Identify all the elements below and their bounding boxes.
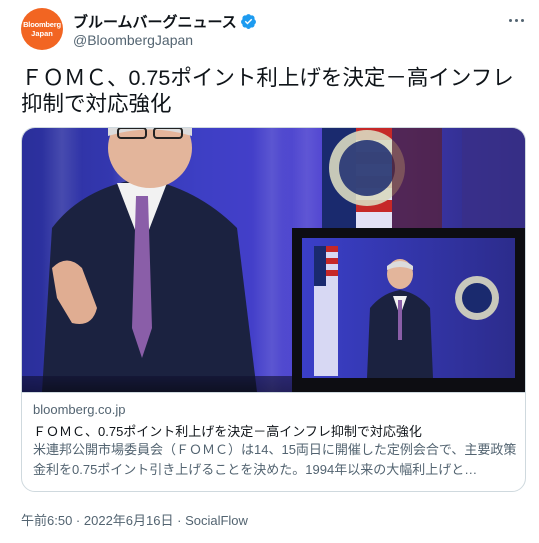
- avatar-text-line1: Bloomberg: [23, 20, 61, 29]
- tweet-meta: 午前6:50 · 2022年6月16日 · SocialFlow: [21, 510, 248, 529]
- verified-badge-icon: [240, 14, 256, 29]
- more-dot: [520, 18, 524, 22]
- display-name[interactable]: ブルームバーグニュース: [73, 11, 237, 32]
- more-dot: [508, 18, 512, 22]
- author-handle[interactable]: @BloombergJapan: [73, 32, 193, 48]
- link-card[interactable]: bloomberg.co.jp ＦＯＭＣ、0.75ポイント利上げを決定－高インフ…: [21, 127, 526, 492]
- meta-separator: ·: [72, 513, 84, 528]
- card-domain: bloomberg.co.jp: [33, 402, 126, 417]
- avatar[interactable]: Bloomberg Japan: [21, 8, 63, 50]
- tweet-timestamp-time[interactable]: 午前6:50: [21, 513, 72, 528]
- card-description: 米連邦公開市場委員会（ＦＯＭＣ）は14、15両日に開催した定例会合で、主要政策金…: [33, 442, 517, 477]
- card-image: [22, 128, 525, 392]
- tweet-text: ＦＯＭＣ、0.75ポイント利上げを決定－高インフレ抑制で対応強化: [21, 66, 514, 116]
- more-options-icon[interactable]: [504, 10, 528, 30]
- card-title: ＦＯＭＣ、0.75ポイント利上げを決定－高インフレ抑制で対応強化: [33, 424, 422, 439]
- tweet: Bloomberg Japan ブルームバーグニュース @BloombergJa…: [0, 0, 539, 543]
- tweet-timestamp-date[interactable]: 2022年6月16日: [84, 513, 174, 528]
- card-body: bloomberg.co.jp ＦＯＭＣ、0.75ポイント利上げを決定－高インフ…: [22, 392, 525, 477]
- author-name-row: ブルームバーグニュース: [73, 11, 257, 32]
- more-dot: [514, 18, 518, 22]
- avatar-text-line2: Japan: [31, 28, 53, 38]
- tweet-source[interactable]: SocialFlow: [185, 513, 248, 528]
- meta-separator: ·: [173, 513, 186, 528]
